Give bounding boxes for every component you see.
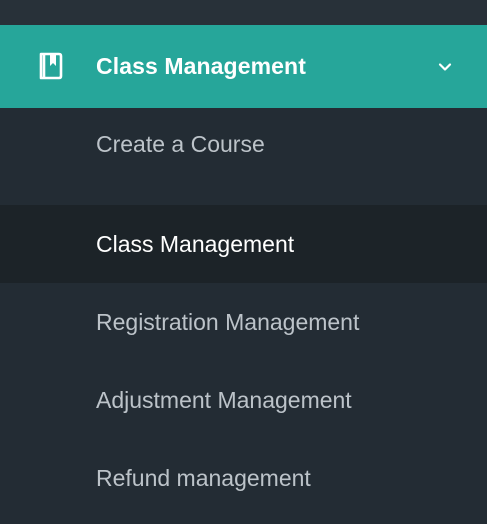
submenu-item-label: Class Management — [96, 231, 295, 257]
submenu-item-label: Adjustment Management — [96, 387, 352, 413]
sidebar-nav: Class Management Create a Course Class M… — [0, 0, 487, 524]
submenu-item-adjustment-management[interactable]: Adjustment Management — [0, 361, 487, 439]
class-management-submenu: Create a Course Class Management Registr… — [0, 108, 487, 517]
submenu-item-label: Refund management — [96, 465, 311, 491]
previous-menu-item-edge — [0, 0, 487, 25]
submenu-item-label: Create a Course — [96, 131, 265, 157]
book-bookmark-icon — [37, 51, 65, 81]
submenu-item-registration-management[interactable]: Registration Management — [0, 283, 487, 361]
submenu-item-label: Registration Management — [96, 309, 360, 335]
submenu-item-refund-management[interactable]: Refund management — [0, 439, 487, 517]
submenu-item-create-course[interactable]: Create a Course — [0, 108, 487, 205]
chevron-down-icon[interactable] — [436, 58, 454, 76]
submenu-item-class-management[interactable]: Class Management — [0, 205, 487, 283]
